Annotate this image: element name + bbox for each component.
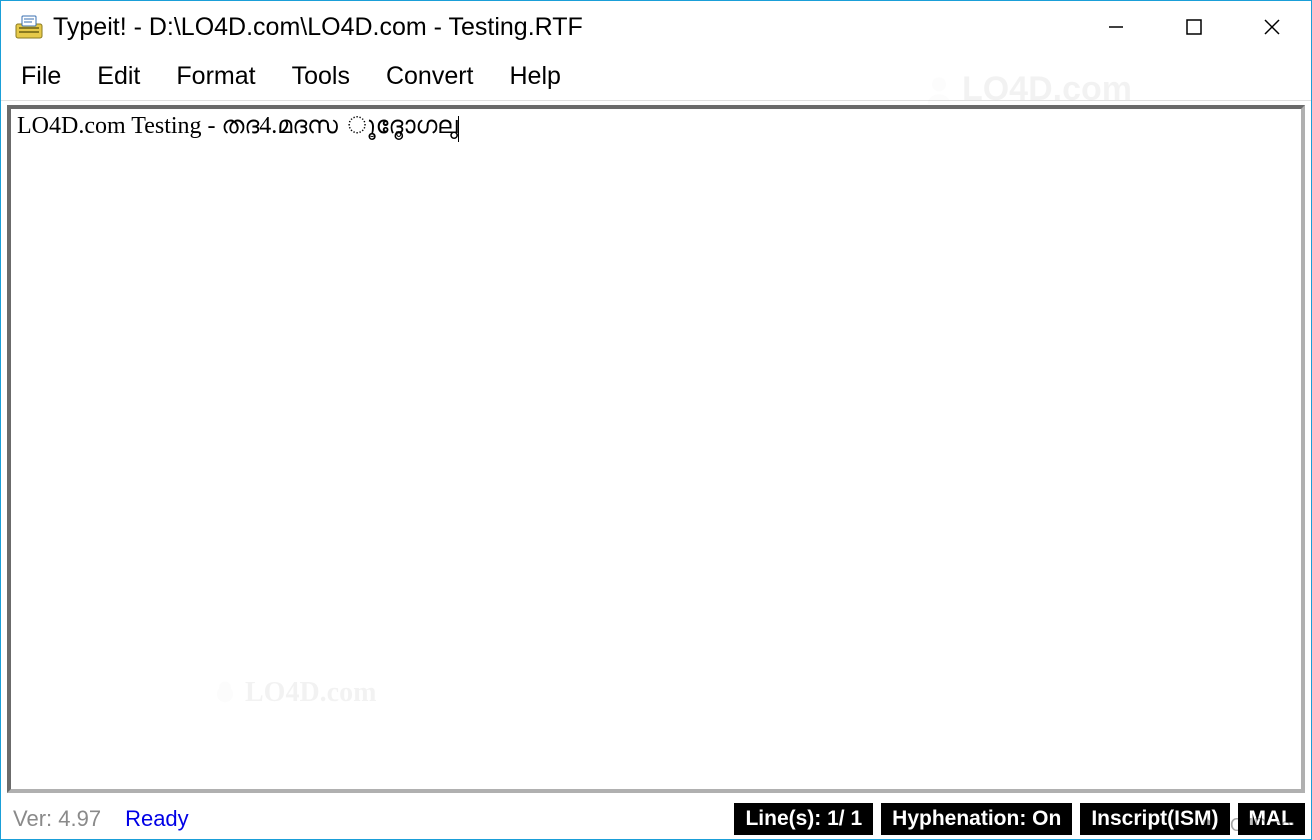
app-window: Typeit! - D:\LO4D.com\LO4D.com - Testing… — [0, 0, 1312, 840]
status-language[interactable]: MAL — [1238, 803, 1306, 835]
menu-help[interactable]: Help — [500, 58, 581, 95]
status-hyphenation[interactable]: Hyphenation: On — [881, 803, 1072, 835]
window-title: Typeit! - D:\LO4D.com\LO4D.com - Testing… — [53, 13, 1077, 42]
text-caret — [458, 116, 459, 142]
editor-container: LO4D.com Testing - തദ4.മദസ ൂദോൂഗലു LO4D.… — [1, 101, 1311, 799]
menu-tools[interactable]: Tools — [282, 58, 370, 95]
menu-file[interactable]: File — [11, 58, 81, 95]
watermark-icon: LO4D.com — [211, 677, 376, 709]
app-icon — [13, 11, 45, 43]
minimize-button[interactable] — [1077, 1, 1155, 53]
status-version: Ver: 4.97 — [13, 806, 101, 832]
menu-edit[interactable]: Edit — [87, 58, 160, 95]
close-button[interactable] — [1233, 1, 1311, 53]
menubar: File Edit Format Tools Convert Help — [1, 53, 1311, 101]
titlebar[interactable]: Typeit! - D:\LO4D.com\LO4D.com - Testing… — [1, 1, 1311, 53]
menu-format[interactable]: Format — [166, 58, 275, 95]
editor-content: LO4D.com Testing - തദ4.മദസ ൂദോൂഗലു — [17, 113, 458, 139]
status-ready: Ready — [125, 806, 189, 832]
status-script[interactable]: Inscript(ISM) — [1080, 803, 1229, 835]
text-editor[interactable]: LO4D.com Testing - തദ4.മദസ ൂദോൂഗലു LO4D.… — [7, 105, 1305, 793]
maximize-button[interactable] — [1155, 1, 1233, 53]
status-lines[interactable]: Line(s): 1/ 1 — [734, 803, 873, 835]
window-controls — [1077, 1, 1311, 53]
statusbar: Ver: 4.97 Ready Line(s): 1/ 1 Hyphenatio… — [1, 799, 1311, 839]
menu-convert[interactable]: Convert — [376, 58, 494, 95]
